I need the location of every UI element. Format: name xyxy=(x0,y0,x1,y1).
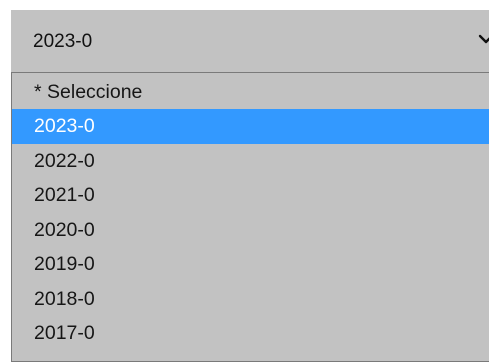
option-2017-0[interactable]: 2017-0 xyxy=(12,316,489,351)
option-2018-0[interactable]: 2018-0 xyxy=(12,282,489,317)
year-select-box[interactable]: 2023-0 xyxy=(11,10,489,72)
option-2019-0[interactable]: 2019-0 xyxy=(12,247,489,282)
dropdown-list: * Seleccione 2023-0 2022-0 2021-0 2020-0… xyxy=(11,72,489,362)
selected-value: 2023-0 xyxy=(33,31,93,52)
option-2021-0[interactable]: 2021-0 xyxy=(12,178,489,213)
option-2022-0[interactable]: 2022-0 xyxy=(12,144,489,179)
option-2020-0[interactable]: 2020-0 xyxy=(12,213,489,248)
option-2023-0[interactable]: 2023-0 xyxy=(12,109,489,144)
chevron-down-icon[interactable] xyxy=(477,30,489,48)
year-select[interactable]: 2023-0 * Seleccione 2023-0 2022-0 2021-0… xyxy=(11,10,489,362)
option-seleccione[interactable]: * Seleccione xyxy=(12,76,489,109)
